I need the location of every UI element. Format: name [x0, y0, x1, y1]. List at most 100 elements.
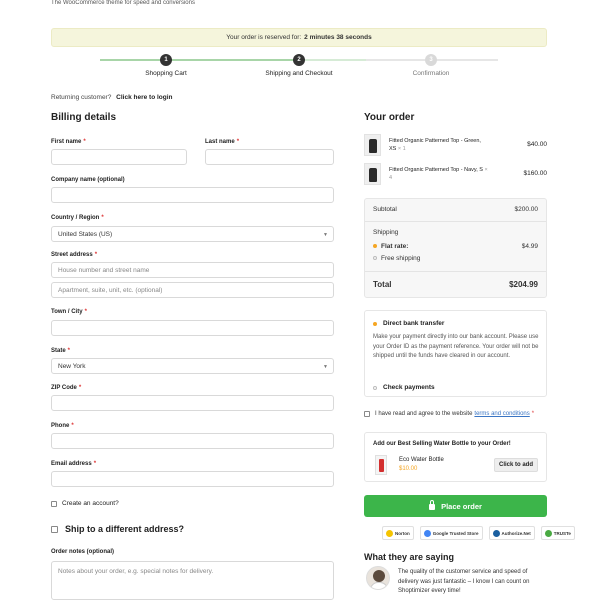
free-shipping-option[interactable]: Free shipping	[373, 255, 538, 262]
company-input[interactable]	[51, 187, 334, 203]
check-payments-option[interactable]: Check payments	[373, 384, 435, 391]
testimonial-quote: The quality of the customer service and …	[398, 569, 530, 594]
terms-agreement[interactable]: I have read and agree to the website ter…	[364, 411, 534, 417]
upsell-add-button[interactable]: Click to add	[494, 458, 538, 472]
returning-text: Returning customer?	[51, 94, 112, 101]
login-link[interactable]: Click here to login	[116, 94, 172, 101]
step-label: Shopping Cart	[145, 70, 187, 77]
order-notes-input[interactable]: Notes about your order, e.g. special not…	[51, 561, 334, 600]
shipping-label: Shipping	[373, 229, 399, 236]
create-account-option[interactable]: Create an account?	[51, 500, 119, 507]
required-mark: *	[101, 215, 104, 221]
required-mark: *	[83, 139, 86, 145]
returning-customer: Returning customer? Click here to login	[51, 94, 173, 101]
town-label: Town / City *	[51, 309, 87, 315]
email-input[interactable]	[51, 471, 334, 487]
checkout-progress: 1 Shopping Cart 2 Shipping and Checkout …	[100, 54, 498, 80]
badge-label: Norton	[395, 530, 410, 536]
order-item: Fitted Organic Patterned Top - Green, XS…	[364, 134, 547, 156]
truste-badge: TRUSTe	[540, 526, 575, 540]
order-totals: Subtotal $200.00 Shipping Flat rate: $4.…	[364, 198, 547, 298]
product-thumbnail	[364, 134, 381, 156]
upsell-box: Add our Best Selling Water Bottle to you…	[364, 432, 547, 482]
country-value: United States (US)	[58, 230, 113, 238]
phone-label: Phone *	[51, 423, 74, 429]
place-order-label: Place order	[441, 501, 482, 511]
step-confirmation: 3 Confirmation	[391, 54, 471, 77]
first-name-input[interactable]	[51, 149, 187, 165]
label-text: Last name	[205, 139, 235, 145]
step-shopping-cart[interactable]: 1 Shopping Cart	[126, 54, 206, 77]
flat-rate-value: $4.99	[521, 243, 538, 250]
free-shipping-radio[interactable]	[373, 256, 377, 261]
place-order-button[interactable]: Place order	[364, 495, 547, 517]
ship-different-option[interactable]: Ship to a different address?	[51, 524, 184, 534]
product-price: $40.00	[527, 141, 547, 148]
state-value: New York	[58, 362, 86, 370]
payment-methods: Direct bank transfer Make your payment d…	[364, 310, 547, 397]
total-label: Total	[373, 280, 392, 289]
last-name-label: Last name *	[205, 139, 239, 145]
avatar	[366, 566, 390, 590]
upsell-title: Add our Best Selling Water Bottle to you…	[373, 441, 511, 447]
first-name-label: First name *	[51, 139, 86, 145]
bank-transfer-option[interactable]: Direct bank transfer	[373, 320, 444, 327]
site-tagline: The WooCommerce theme for speed and conv…	[51, 0, 195, 6]
trust-badges: Norton Google Trusted Store Authorize.Ne…	[382, 526, 575, 540]
billing-title: Billing details	[51, 112, 117, 123]
testimonials-title: What they are saying	[364, 552, 455, 562]
flat-rate-radio[interactable]	[373, 244, 377, 249]
product-qty: × 1	[397, 146, 406, 152]
label-text: Phone	[51, 423, 70, 429]
total-row: Total $204.99	[373, 280, 538, 289]
required-mark: *	[93, 461, 97, 467]
step-number: 3	[425, 54, 437, 66]
check-payments-radio[interactable]	[373, 385, 377, 390]
label-text: Email address	[51, 461, 92, 467]
chevron-down-icon: ▼	[323, 364, 328, 370]
badge-label: TRUSTe	[553, 530, 571, 536]
google-trusted-badge: Google Trusted Store	[419, 526, 483, 540]
step-label: Confirmation	[412, 70, 450, 77]
subtotal-row: Subtotal $200.00	[373, 206, 538, 213]
bottle-thumbnail	[375, 455, 387, 475]
label-text: ZIP Code	[51, 385, 77, 391]
badge-label: Authorize.Net	[501, 530, 531, 536]
free-shipping-label: Free shipping	[381, 255, 421, 262]
product-name-text: Fitted Organic Patterned Top - Navy, S	[389, 167, 483, 173]
state-select[interactable]: New York ▼	[51, 358, 334, 374]
required-mark: *	[94, 252, 98, 258]
street-placeholder: House number and street name	[58, 266, 150, 274]
step-shipping-checkout: 2 Shipping and Checkout	[259, 54, 339, 77]
town-input[interactable]	[51, 320, 334, 336]
terms-checkbox[interactable]	[364, 411, 370, 417]
create-account-label: Create an account?	[62, 500, 119, 507]
country-select[interactable]: United States (US) ▼	[51, 226, 334, 242]
badge-label: Google Trusted Store	[432, 530, 479, 536]
street-address-input[interactable]: House number and street name	[51, 262, 334, 278]
email-label: Email address *	[51, 461, 96, 467]
reservation-notice: Your order is reserved for: 2 minutes 38…	[51, 28, 547, 47]
last-name-input[interactable]	[205, 149, 334, 165]
required-mark: *	[78, 385, 82, 391]
country-label: Country / Region *	[51, 215, 104, 221]
label-text: State	[51, 348, 66, 354]
create-account-checkbox[interactable]	[51, 500, 57, 507]
phone-input[interactable]	[51, 433, 334, 449]
step-number: 2	[293, 54, 305, 66]
upsell-product-price: $10.00	[399, 466, 418, 472]
state-label: State *	[51, 348, 70, 354]
street-address-2-input[interactable]: Apartment, suite, unit, etc. (optional)	[51, 282, 334, 298]
label-text: First name	[51, 139, 82, 145]
ship-different-checkbox[interactable]	[51, 525, 58, 533]
label-text: Country / Region	[51, 215, 100, 221]
product-name: Fitted Organic Patterned Top - Green, XS…	[389, 137, 489, 153]
flat-rate-option[interactable]: Flat rate: $4.99	[373, 243, 538, 250]
zip-input[interactable]	[51, 395, 334, 411]
bank-transfer-radio[interactable]	[373, 321, 377, 326]
subtotal-label: Subtotal	[373, 206, 397, 213]
bank-transfer-label: Direct bank transfer	[383, 320, 445, 327]
terms-link[interactable]: terms and conditions	[474, 411, 529, 417]
terms-text: I have read and agree to the website	[375, 411, 473, 417]
order-title: Your order	[364, 112, 415, 123]
